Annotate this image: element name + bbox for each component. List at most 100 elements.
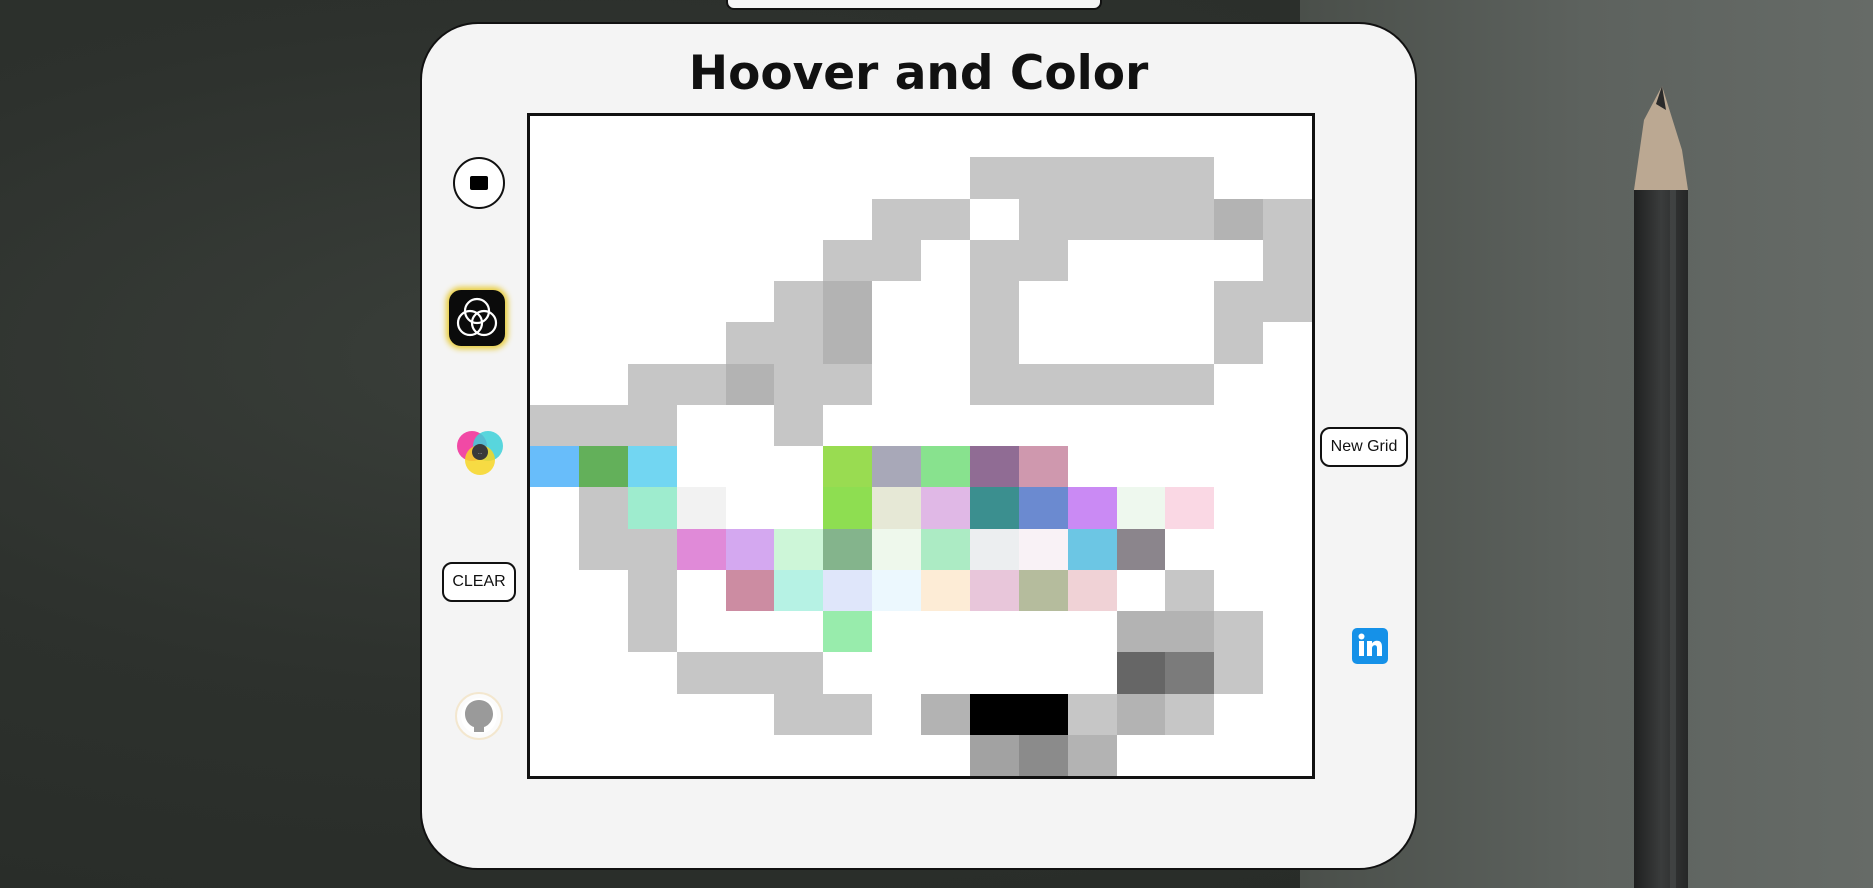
grid-cell[interactable] bbox=[530, 404, 579, 446]
grid-cell[interactable] bbox=[725, 734, 775, 776]
grid-cell[interactable] bbox=[774, 611, 824, 653]
grid-cell[interactable] bbox=[969, 404, 1019, 446]
grid-cell[interactable] bbox=[1214, 322, 1264, 364]
grid-cell[interactable] bbox=[1214, 652, 1264, 694]
grid-cell[interactable] bbox=[676, 116, 726, 158]
grid-cell[interactable] bbox=[823, 487, 873, 529]
grid-cell[interactable] bbox=[1214, 363, 1264, 405]
grid-cell[interactable] bbox=[774, 281, 824, 323]
grid-cell[interactable] bbox=[578, 487, 628, 529]
grid-cell[interactable] bbox=[823, 157, 873, 199]
grid-cell[interactable] bbox=[578, 611, 628, 653]
grid-cell[interactable] bbox=[676, 734, 726, 776]
grid-cell[interactable] bbox=[676, 281, 726, 323]
grid-cell[interactable] bbox=[676, 611, 726, 653]
grid-cell[interactable] bbox=[725, 116, 775, 158]
cmy-mode-button[interactable]: ... bbox=[453, 426, 507, 480]
grid-cell[interactable] bbox=[578, 693, 628, 735]
grid-cell[interactable] bbox=[1018, 528, 1068, 570]
grid-cell[interactable] bbox=[1018, 652, 1068, 694]
grid-cell[interactable] bbox=[1165, 116, 1215, 158]
grid-cell[interactable] bbox=[921, 116, 970, 158]
grid-cell[interactable] bbox=[1263, 487, 1312, 529]
grid-cell[interactable] bbox=[872, 404, 921, 446]
grid-cell[interactable] bbox=[1018, 157, 1068, 199]
grid-cell[interactable] bbox=[725, 239, 775, 281]
linkedin-link[interactable] bbox=[1352, 628, 1388, 664]
grid-cell[interactable] bbox=[1067, 528, 1117, 570]
grid-cell[interactable] bbox=[823, 404, 873, 446]
grid-cell[interactable] bbox=[872, 611, 921, 653]
grid-cell[interactable] bbox=[1263, 734, 1312, 776]
grid-cell[interactable] bbox=[530, 239, 579, 281]
grid-cell[interactable] bbox=[530, 652, 579, 694]
grid-cell[interactable] bbox=[1018, 734, 1068, 776]
grid-cell[interactable] bbox=[530, 157, 579, 199]
grid-cell[interactable] bbox=[1214, 693, 1264, 735]
grid-cell[interactable] bbox=[872, 322, 921, 364]
grid-cell[interactable] bbox=[872, 363, 921, 405]
grid-cell[interactable] bbox=[921, 198, 970, 240]
grid-cell[interactable] bbox=[627, 487, 677, 529]
grid-cell[interactable] bbox=[1116, 569, 1166, 611]
grid-cell[interactable] bbox=[1067, 363, 1117, 405]
grid-cell[interactable] bbox=[969, 322, 1019, 364]
grid-cell[interactable] bbox=[969, 446, 1019, 488]
grid-cell[interactable] bbox=[1214, 198, 1264, 240]
grid-cell[interactable] bbox=[1263, 116, 1312, 158]
grid-cell[interactable] bbox=[1214, 116, 1264, 158]
grid-cell[interactable] bbox=[774, 569, 824, 611]
grid-cell[interactable] bbox=[1018, 198, 1068, 240]
grid-cell[interactable] bbox=[1018, 116, 1068, 158]
grid-cell[interactable] bbox=[530, 198, 579, 240]
grid-cell[interactable] bbox=[1116, 198, 1166, 240]
grid-cell[interactable] bbox=[676, 446, 726, 488]
grid-cell[interactable] bbox=[627, 363, 677, 405]
grid-cell[interactable] bbox=[725, 363, 775, 405]
grid-cell[interactable] bbox=[872, 569, 921, 611]
grid-cell[interactable] bbox=[1018, 322, 1068, 364]
grid-cell[interactable] bbox=[774, 116, 824, 158]
grid-cell[interactable] bbox=[1116, 322, 1166, 364]
grid-cell[interactable] bbox=[872, 734, 921, 776]
clear-button[interactable]: CLEAR bbox=[442, 562, 516, 602]
grid-cell[interactable] bbox=[1165, 611, 1215, 653]
grid-cell[interactable] bbox=[1067, 569, 1117, 611]
grid-cell[interactable] bbox=[1165, 157, 1215, 199]
grid-cell[interactable] bbox=[1165, 322, 1215, 364]
grid-cell[interactable] bbox=[969, 528, 1019, 570]
grid-cell[interactable] bbox=[578, 281, 628, 323]
grid-cell[interactable] bbox=[725, 693, 775, 735]
grid-cell[interactable] bbox=[969, 363, 1019, 405]
grid-cell[interactable] bbox=[1165, 734, 1215, 776]
grid-cell[interactable] bbox=[578, 734, 628, 776]
grid-cell[interactable] bbox=[1018, 404, 1068, 446]
grid-cell[interactable] bbox=[676, 652, 726, 694]
grid-cell[interactable] bbox=[774, 446, 824, 488]
grid-cell[interactable] bbox=[823, 446, 873, 488]
grid-cell[interactable] bbox=[725, 404, 775, 446]
grid-cell[interactable] bbox=[872, 487, 921, 529]
grid-cell[interactable] bbox=[872, 116, 921, 158]
grid-cell[interactable] bbox=[627, 528, 677, 570]
grid-cell[interactable] bbox=[774, 528, 824, 570]
grid-cell[interactable] bbox=[823, 693, 873, 735]
grid-cell[interactable] bbox=[578, 652, 628, 694]
grid-cell[interactable] bbox=[530, 363, 579, 405]
grid-cell[interactable] bbox=[1165, 528, 1215, 570]
grid-cell[interactable] bbox=[823, 281, 873, 323]
grid-cell[interactable] bbox=[530, 611, 579, 653]
grid-cell[interactable] bbox=[1165, 569, 1215, 611]
grid-cell[interactable] bbox=[1263, 528, 1312, 570]
grid-cell[interactable] bbox=[1018, 446, 1068, 488]
grid-cell[interactable] bbox=[1116, 487, 1166, 529]
grid-cell[interactable] bbox=[1214, 487, 1264, 529]
grid-cell[interactable] bbox=[725, 322, 775, 364]
grid-cell[interactable] bbox=[1165, 239, 1215, 281]
grid-cell[interactable] bbox=[969, 281, 1019, 323]
grid-cell[interactable] bbox=[1067, 734, 1117, 776]
grid-cell[interactable] bbox=[823, 239, 873, 281]
grid-cell[interactable] bbox=[921, 157, 970, 199]
grid-cell[interactable] bbox=[1018, 693, 1068, 735]
grid-cell[interactable] bbox=[774, 734, 824, 776]
